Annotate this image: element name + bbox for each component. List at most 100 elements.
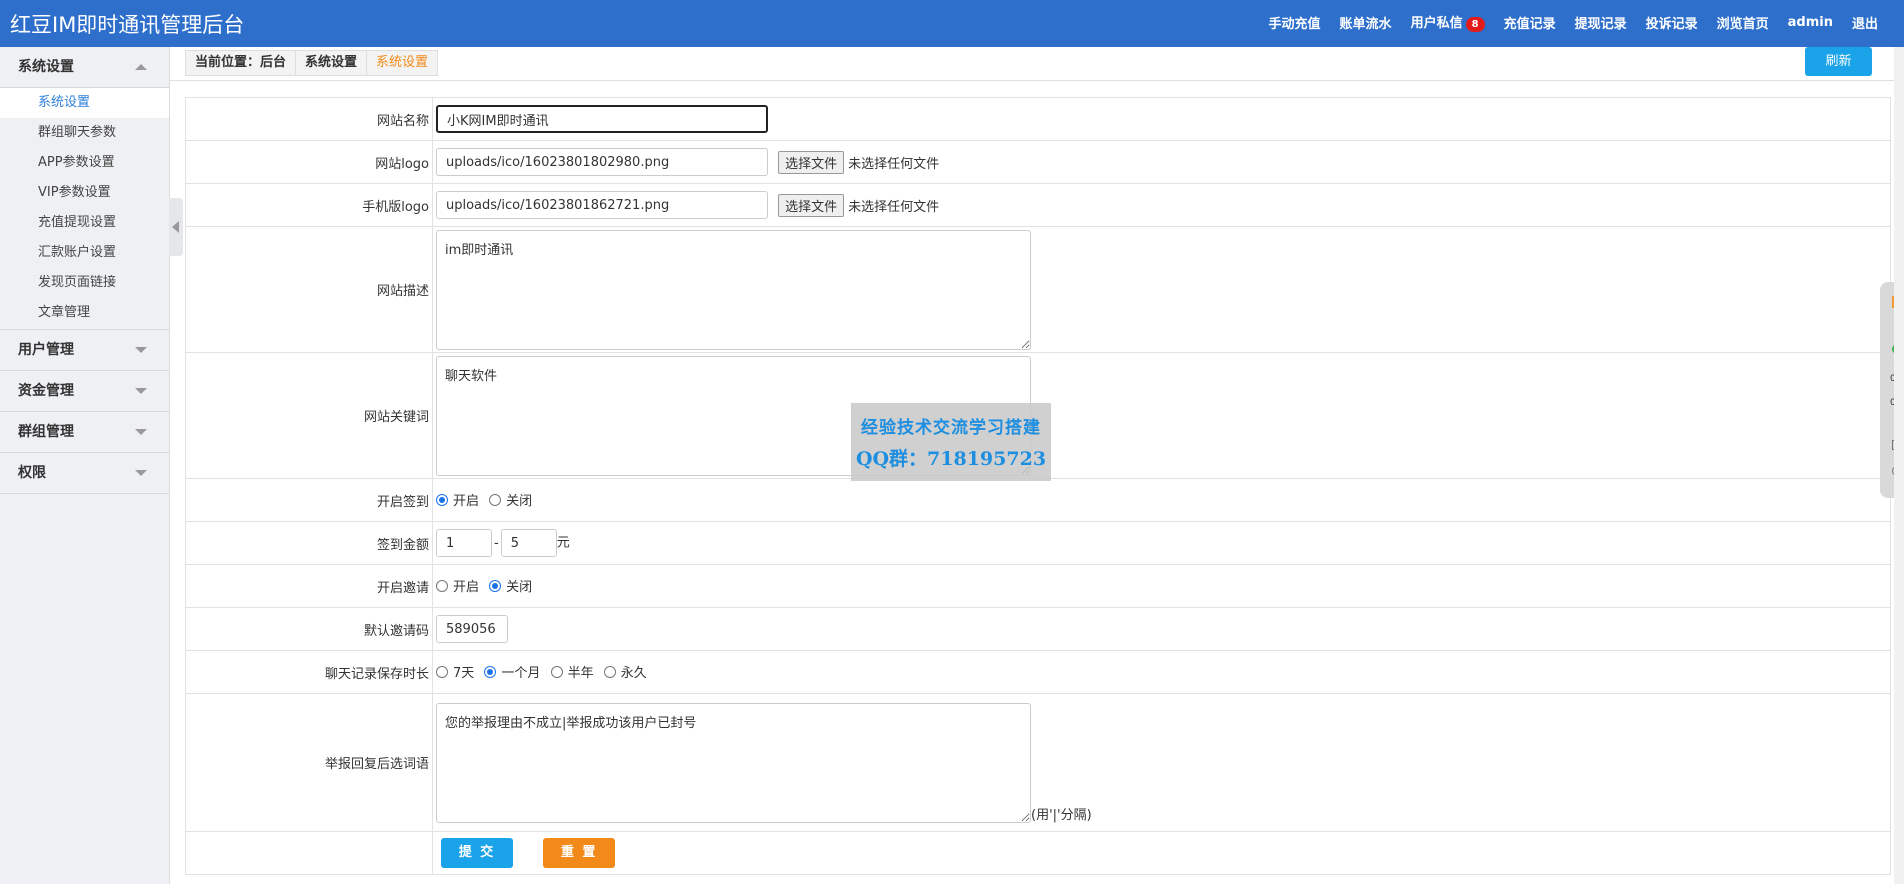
separator-hint: (用'|'分隔) [1031, 807, 1092, 823]
retention-halfyear-radio[interactable]: 半年 [550, 662, 594, 682]
nav-recharge-records[interactable]: 充值记录 [1504, 13, 1556, 32]
radio-label: 关闭 [506, 580, 533, 596]
sidebar-section-label: 群组管理 [18, 424, 74, 440]
radio-dot [489, 493, 502, 506]
radio-label: 开启 [453, 580, 480, 596]
sidebar-item-group-chat-params[interactable]: 群组聊天参数 [0, 118, 169, 148]
radio-label: 一个月 [501, 666, 541, 682]
nav-browse-home[interactable]: 浏览首页 [1717, 13, 1769, 32]
page-scrollbar[interactable] [1894, 47, 1904, 884]
sidebar-section-label: 系统设置 [18, 59, 74, 75]
radio-label: 关闭 [506, 494, 533, 510]
chevron-down-icon [135, 470, 147, 476]
radio-dot [484, 665, 497, 678]
mobile-logo-choose-file-button[interactable]: 选择文件 [778, 193, 845, 217]
nav-user-messages-label: 用户私信 [1410, 16, 1463, 31]
sidebar-item-app-params[interactable]: APP参数设置 [0, 148, 169, 178]
top-nav: 手动充值 账单流水 用户私信 8 充值记录 提现记录 投诉记录 浏览首页 admi… [1269, 0, 1878, 44]
report-reply-textarea[interactable]: 您的举报理由不成立|举报成功该用户已封号 [436, 702, 1031, 823]
retention-forever-radio[interactable]: 永久 [603, 662, 647, 682]
mobile-logo-path-input[interactable] [436, 191, 768, 219]
breadcrumb-bar: 当前位置：后台 系统设置 系统设置 刷新 [170, 47, 1894, 81]
breadcrumb-location[interactable]: 当前位置：后台 [186, 51, 297, 75]
radio-dot [436, 493, 448, 506]
chevron-down-icon [135, 429, 147, 435]
currency-unit: 元 [556, 535, 570, 551]
signin-amount-min-input[interactable] [436, 529, 492, 557]
retention-7days-radio[interactable]: 7天 [436, 662, 474, 681]
chevron-down-icon [135, 388, 147, 394]
field-label: 手机版logo [185, 183, 433, 227]
signin-off-radio[interactable]: 关闭 [489, 490, 532, 509]
breadcrumb: 当前位置：后台 系统设置 系统设置 [185, 50, 439, 76]
chevron-up-icon [135, 64, 147, 70]
sidebar-section-system-settings[interactable]: 系统设置 [0, 47, 169, 88]
radio-label: 永久 [620, 666, 647, 682]
sidebar-section-user-management[interactable]: 用户管理 [0, 330, 169, 371]
radio-label: 7天 [453, 666, 475, 682]
radio-dot [603, 665, 616, 678]
radio-dot [489, 579, 502, 592]
sidebar-section-label: 权限 [18, 465, 46, 481]
app-title: 红豆IM即时通讯管理后台 [10, 13, 245, 37]
breadcrumb-section[interactable]: 系统设置 [296, 51, 368, 75]
field-label: 聊天记录保存时长 [185, 650, 433, 694]
signin-amount-max-input[interactable] [500, 529, 557, 557]
sidebar-item-remit-accounts[interactable]: 汇款账户设置 [0, 238, 169, 268]
radio-dot [550, 665, 563, 678]
field-label: 举报回复后选词语 [185, 693, 433, 832]
sidebar-item-discover-links[interactable]: 发现页面链接 [0, 268, 169, 298]
field-label: 网站logo [185, 140, 433, 184]
site-logo-file-status: 未选择任何文件 [848, 156, 940, 172]
field-label: 网站关键词 [185, 352, 433, 479]
invite-code-input[interactable] [436, 615, 508, 643]
sidebar: 系统设置 系统设置 群组聊天参数 APP参数设置 VIP参数设置 充值提现设置 … [0, 47, 170, 884]
nav-bill-flow[interactable]: 账单流水 [1340, 13, 1392, 32]
radio-dot [436, 665, 448, 678]
sidebar-section-permissions[interactable]: 权限 [0, 453, 169, 494]
sidebar-section-label: 用户管理 [18, 342, 74, 358]
radio-label: 半年 [567, 666, 594, 682]
refresh-button[interactable]: 刷新 [1805, 47, 1872, 76]
chevron-down-icon [135, 347, 147, 353]
nav-complaint-records[interactable]: 投诉记录 [1646, 13, 1698, 32]
breadcrumb-current: 系统设置 [376, 55, 429, 70]
field-label: 网站名称 [185, 97, 433, 141]
site-logo-choose-file-button[interactable]: 选择文件 [778, 150, 845, 174]
sidebar-item-system-settings[interactable]: 系统设置 [0, 88, 169, 118]
field-label: 网站描述 [185, 226, 433, 353]
sidebar-collapse-handle[interactable] [169, 198, 183, 256]
watermark-line-2: QQ群：718195723 [855, 448, 1047, 470]
field-label: 默认邀请码 [185, 607, 433, 651]
field-label: 开启邀请 [185, 564, 433, 608]
sidebar-section-group-management[interactable]: 群组管理 [0, 412, 169, 453]
nav-withdraw-records[interactable]: 提现记录 [1575, 13, 1627, 32]
field-label: 签到金额 [185, 521, 433, 565]
watermark-overlay: 经验技术交流学习搭建 QQ群：718195723 [851, 403, 1051, 481]
sidebar-item-vip-params[interactable]: VIP参数设置 [0, 178, 169, 208]
nav-user-messages[interactable]: 用户私信 8 [1411, 12, 1485, 32]
submit-button[interactable]: 提 交 [441, 838, 513, 868]
retention-1month-radio[interactable]: 一个月 [484, 662, 540, 681]
mobile-logo-file-status: 未选择任何文件 [848, 199, 940, 215]
radio-label: 开启 [453, 494, 480, 510]
sidebar-section-fund-management[interactable]: 资金管理 [0, 371, 169, 412]
signin-on-radio[interactable]: 开启 [436, 490, 479, 509]
site-name-input[interactable] [436, 105, 768, 133]
site-description-textarea[interactable]: im即时通讯 [436, 229, 1031, 350]
watermark-line-1: 经验技术交流学习搭建 [861, 418, 1041, 438]
range-separator: - [494, 535, 499, 551]
nav-admin-user[interactable]: admin [1788, 15, 1833, 30]
radio-dot [436, 579, 448, 592]
nav-manual-recharge[interactable]: 手动充值 [1269, 13, 1321, 32]
nav-logout[interactable]: 退出 [1852, 13, 1878, 32]
sidebar-item-articles[interactable]: 文章管理 [0, 298, 169, 330]
sidebar-section-label: 资金管理 [18, 383, 74, 399]
sidebar-item-recharge-withdraw[interactable]: 充值提现设置 [0, 208, 169, 238]
invite-on-radio[interactable]: 开启 [436, 576, 479, 595]
site-logo-path-input[interactable] [436, 148, 768, 176]
invite-off-radio[interactable]: 关闭 [489, 576, 532, 595]
unread-badge: 8 [1465, 17, 1485, 32]
settings-form: 网站名称 网站logo 选择文件未选择任何文件 手机版logo 选择文件未选择任… [185, 97, 1891, 875]
reset-button[interactable]: 重 置 [543, 838, 616, 868]
